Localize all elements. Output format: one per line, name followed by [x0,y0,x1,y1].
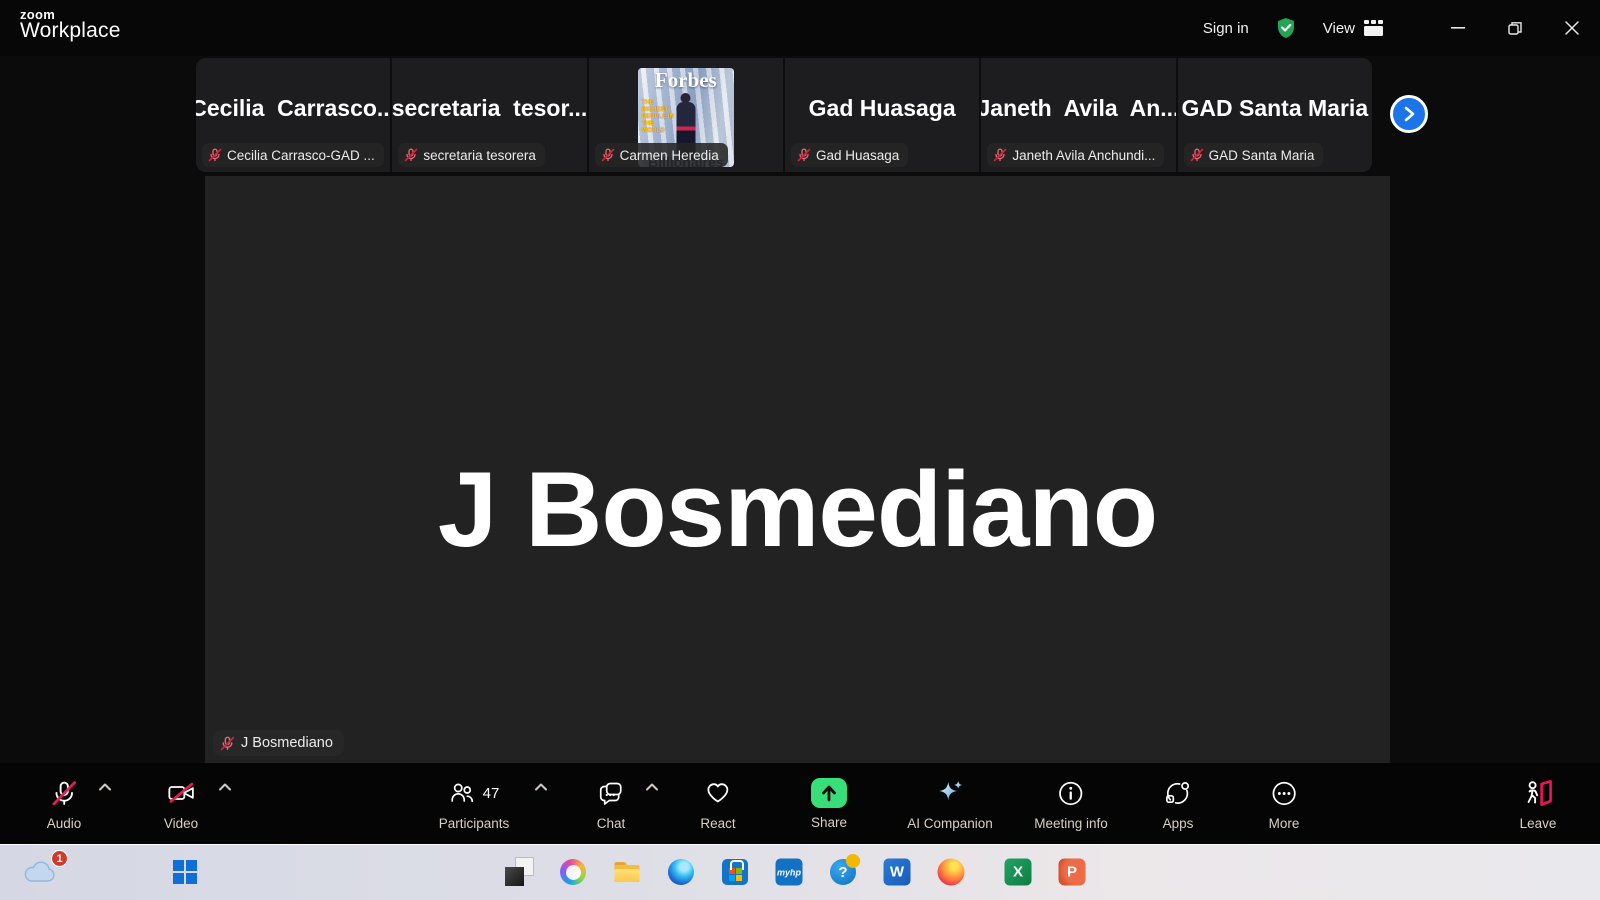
chat-options-caret[interactable] [646,783,659,791]
close-button[interactable] [1543,0,1600,56]
participant-tile[interactable]: GAD Santa Maria GAD Santa Maria [1178,58,1372,172]
taskbar-icon-myhp[interactable]: myhp [776,859,803,886]
active-speaker-view[interactable]: J Bosmediano J Bosmediano [205,176,1390,763]
audio-options-caret[interactable] [99,783,112,791]
video-off-icon [166,780,195,806]
ai-companion-icon [935,778,965,808]
titlebar: zoom Workplace Sign in View [0,0,1600,56]
restore-button[interactable] [1486,0,1543,56]
heart-icon [705,780,732,806]
speaker-name-label: J Bosmediano [213,730,344,756]
taskbar-icon-file-explorer[interactable] [614,860,641,884]
forbes-side-text: THE RICHEST PEOPLE IN THE WORLD [642,100,676,135]
mic-muted-icon [1190,148,1204,162]
meeting-info-button[interactable]: Meeting info [1034,769,1108,839]
video-options-caret[interactable] [219,783,232,791]
participant-name-label: Carmen Heredia [595,143,728,167]
participant-name-label: Gad Huasaga [791,143,908,167]
chat-button[interactable]: Chat [597,769,626,839]
ai-companion-button[interactable]: AI Companion [907,769,993,839]
start-button[interactable] [173,860,197,884]
notification-badge: 1 [51,850,68,867]
chat-icon [597,780,625,807]
zoom-workplace-logo: zoom Workplace [20,7,121,43]
taskbar-icon-excel[interactable]: X [1005,859,1032,886]
chevron-up-icon [99,783,112,791]
view-button[interactable]: View [1323,20,1383,37]
taskbar-icon-powerpoint[interactable]: P [1059,859,1086,886]
minimize-button[interactable] [1429,0,1486,56]
more-ellipsis-icon [1270,780,1297,807]
participants-options-caret[interactable] [535,783,548,791]
video-button[interactable]: Video [164,769,198,839]
mic-muted-icon [220,736,235,751]
logo-workplace-text: Workplace [20,19,121,43]
participant-tile[interactable]: Janeth Avila An... Janeth Avila Anchundi… [981,58,1177,172]
apps-button[interactable]: Apps [1163,769,1194,839]
leave-door-icon [1522,779,1553,807]
mic-muted-icon [208,148,222,162]
share-screen-icon [811,778,847,808]
taskbar-icon-firefox[interactable] [938,859,965,886]
taskbar-icon-microsoft-store[interactable] [722,859,748,885]
participant-name-label: secretaria tesorera [398,143,545,167]
participant-tile[interactable]: secretaria tesor... secretaria tesorera [392,58,588,172]
participants-button[interactable]: 47 Participants [439,769,510,839]
sign-in-button[interactable]: Sign in [1203,20,1249,37]
next-page-button[interactable] [1390,95,1428,133]
taskbar-icon-edge[interactable] [668,859,694,885]
chevron-right-icon [1402,106,1416,122]
speaker-big-name: J Bosmediano [205,176,1390,763]
mic-muted-icon [797,148,811,162]
participant-tile-video[interactable]: Forbes THE RICHEST PEOPLE IN THE WORLD B… [589,58,785,172]
audio-button[interactable]: Audio [47,769,82,839]
meeting-toolbar: Audio Video 47 Participants [0,763,1600,844]
taskbar-icon-copilot[interactable] [560,859,586,885]
chevron-up-icon [219,783,232,791]
participant-tile[interactable]: Cecilia Carrasco... Cecilia Carrasco-GAD… [196,58,392,172]
participant-name-label: GAD Santa Maria [1184,143,1324,167]
react-button[interactable]: React [700,769,735,839]
windows-taskbar: 1 ✦✦✦ myhp ? W [0,844,1600,900]
view-label: View [1323,20,1355,37]
participant-name-label: Janeth Avila Anchundi... [987,143,1164,167]
taskbar-icon-task-view[interactable] [507,860,531,884]
forbes-masthead: Forbes [638,68,734,93]
taskbar-icon-hp-support[interactable]: ? [830,859,856,885]
mic-muted-icon [404,148,418,162]
taskbar-icon-word[interactable]: W [884,859,911,886]
security-shield-icon[interactable] [1275,17,1297,39]
more-button[interactable]: More [1269,769,1300,839]
chevron-up-icon [535,783,548,791]
participant-name-label: Cecilia Carrasco-GAD ... [202,143,384,167]
info-icon [1057,780,1084,807]
share-button[interactable]: Share [811,769,847,839]
windows-logo-icon [173,860,197,884]
mic-muted-icon [51,780,78,807]
gallery-view-icon [1364,20,1383,36]
leave-button[interactable]: Leave [1520,769,1557,839]
participants-count: 47 [483,785,500,802]
chevron-up-icon [646,783,659,791]
apps-icon [1164,780,1192,807]
zoom-meeting-window: zoom Workplace Sign in View [0,0,1600,900]
participant-tile[interactable]: Gad Huasaga Gad Huasaga [785,58,981,172]
mic-muted-icon [601,148,615,162]
widgets-weather-icon[interactable]: 1 [22,859,58,885]
mic-muted-icon [993,148,1007,162]
participants-icon [449,780,476,806]
participant-filmstrip: Cecilia Carrasco... Cecilia Carrasco-GAD… [196,58,1372,172]
